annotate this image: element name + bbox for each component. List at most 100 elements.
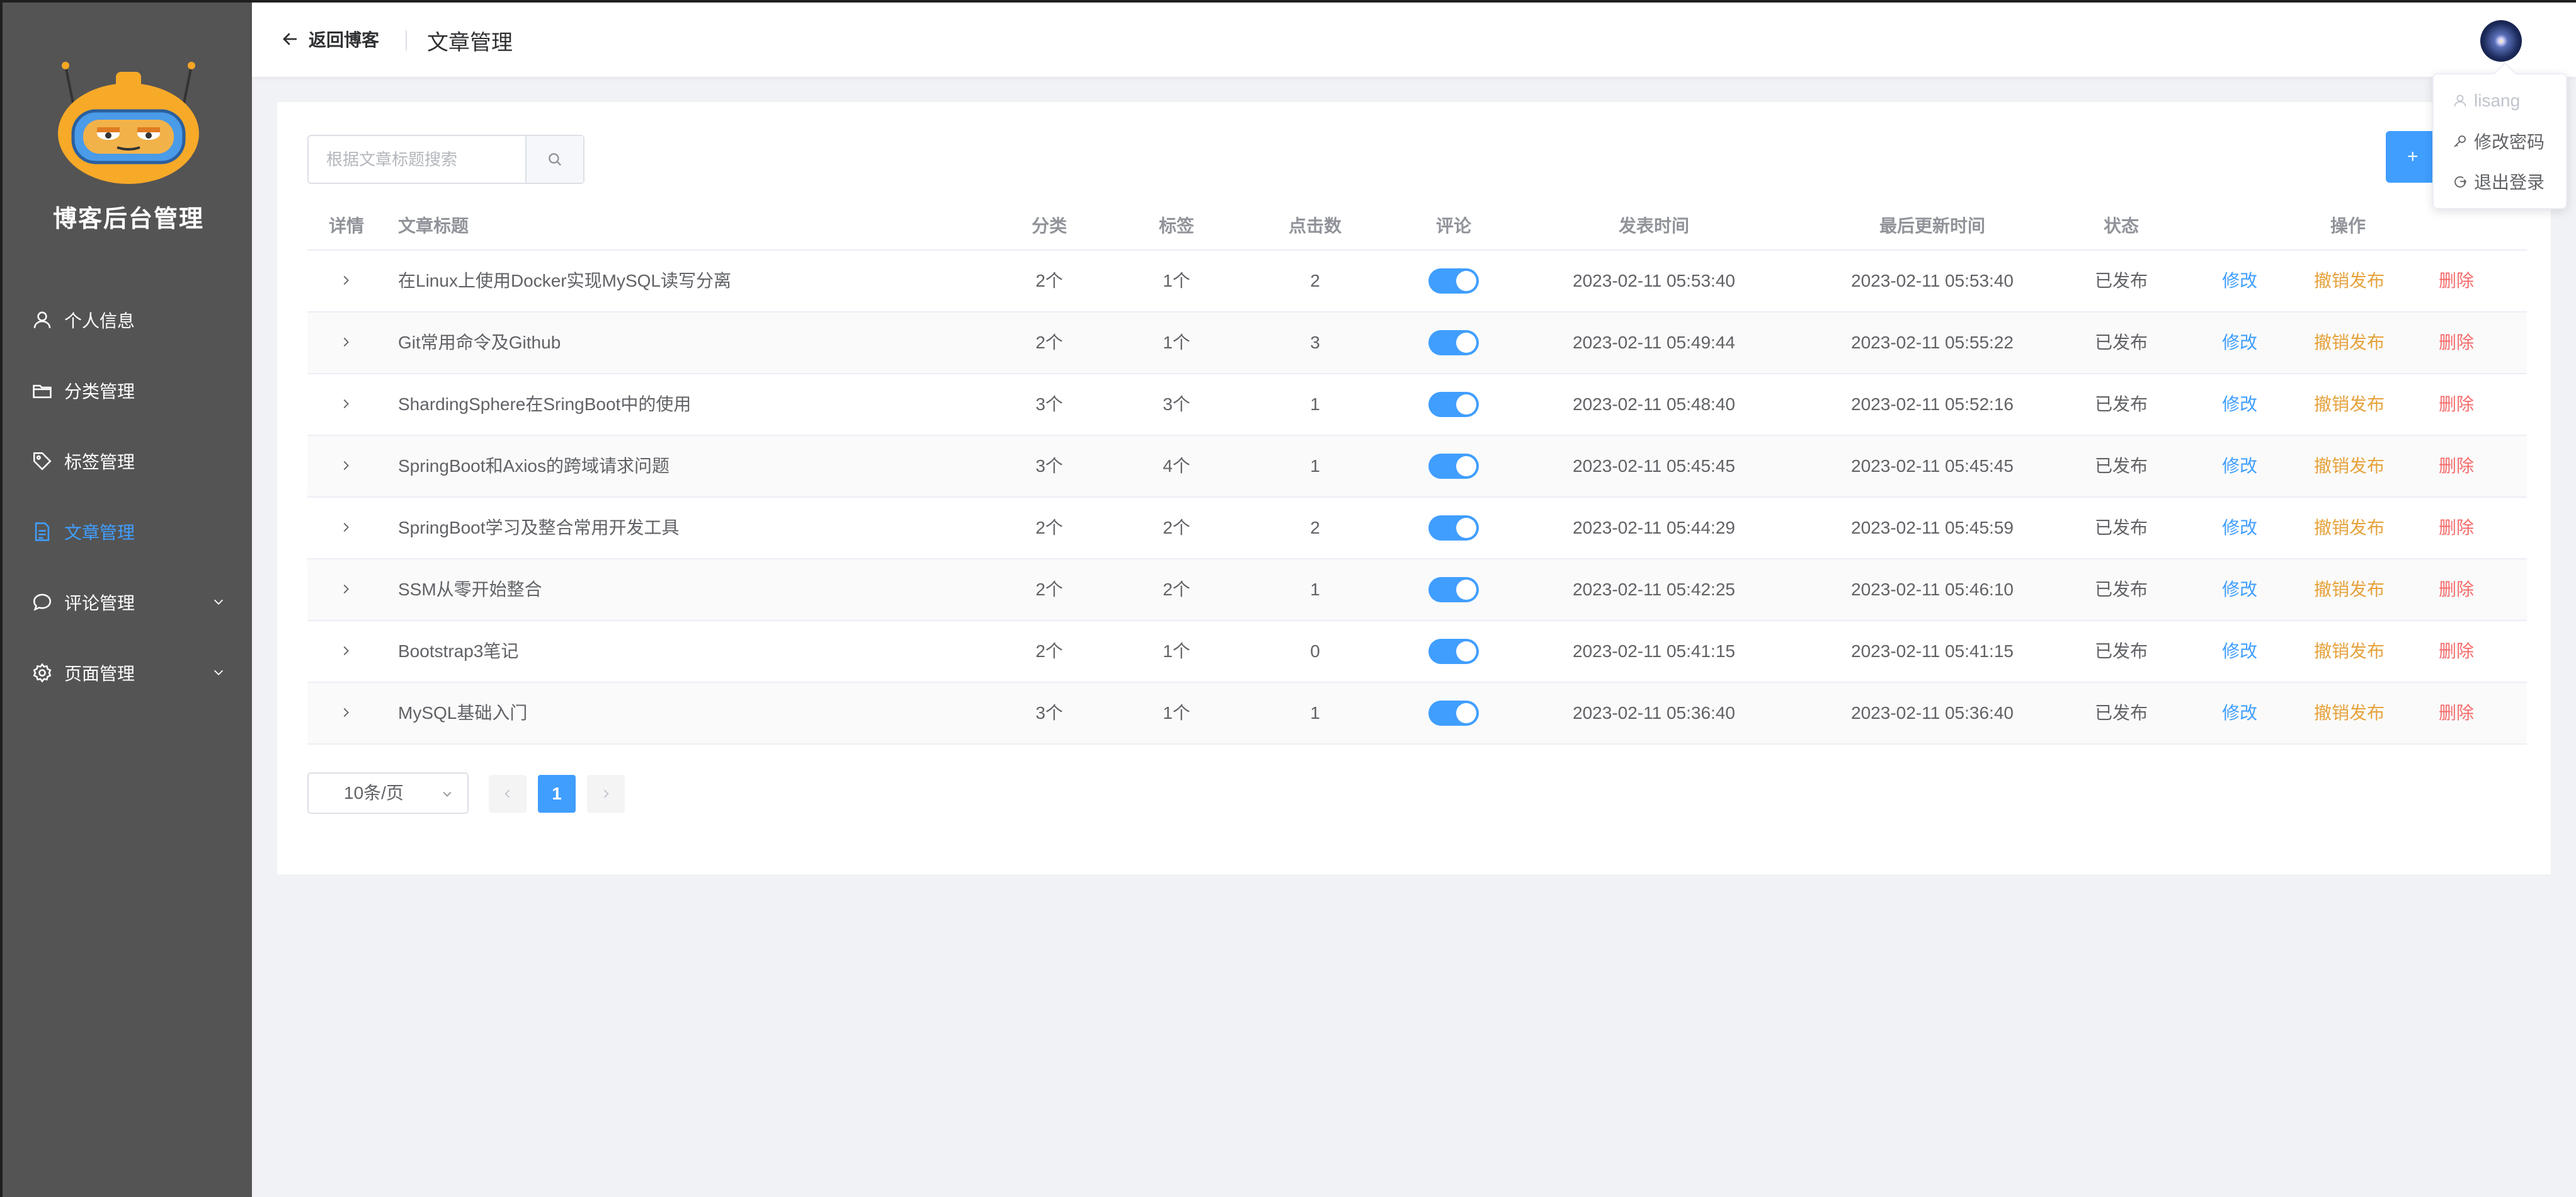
tag-count: 2个 — [1163, 518, 1190, 537]
unpublish-button[interactable]: 撤销发布 — [2314, 312, 2385, 373]
click-count: 2 — [1310, 518, 1320, 537]
click-count: 1 — [1310, 456, 1320, 476]
chevron-right-icon — [603, 789, 609, 798]
click-count: 1 — [1310, 580, 1320, 599]
edit-button[interactable]: 修改 — [2222, 621, 2257, 682]
tag-count: 3个 — [1163, 394, 1190, 414]
edit-button[interactable]: 修改 — [2222, 312, 2257, 373]
unpublish-button[interactable]: 撤销发布 — [2314, 498, 2385, 558]
document-icon — [30, 520, 54, 544]
category-count: 3个 — [1035, 456, 1063, 476]
delete-button[interactable]: 删除 — [2439, 498, 2474, 558]
prev-page-button[interactable] — [489, 775, 527, 813]
delete-button[interactable]: 删除 — [2439, 251, 2474, 311]
click-count: 3 — [1310, 333, 1320, 352]
avatar[interactable] — [2480, 20, 2522, 62]
comment-toggle[interactable] — [1428, 392, 1479, 417]
sidebar: 博客后台管理 个人信息 分类管理 标签管理 文章管理 评论管理 页面管理 — [0, 0, 252, 1197]
comment-toggle[interactable] — [1428, 577, 1479, 602]
change-password-item[interactable]: 修改密码 — [2453, 129, 2545, 154]
unpublish-button[interactable]: 撤销发布 — [2314, 374, 2385, 435]
article-title: SSM从零开始整合 — [398, 580, 542, 599]
edit-button[interactable]: 修改 — [2222, 374, 2257, 435]
table-row: Bootstrap3笔记 2个 1个 0 2023-02-11 05:41:15 2023… — [307, 621, 2527, 683]
user-dropdown-menu: lisang 修改密码 退出登录 — [2432, 73, 2567, 209]
category-count: 2个 — [1035, 580, 1063, 599]
sidebar-item-label: 分类管理 — [64, 382, 135, 401]
comment-toggle[interactable] — [1428, 515, 1479, 541]
change-password-label: 修改密码 — [2474, 132, 2545, 152]
chevron-right-icon[interactable] — [339, 273, 353, 287]
page-number-button[interactable]: 1 — [538, 775, 576, 813]
edit-button[interactable]: 修改 — [2222, 683, 2257, 743]
username-label: lisang — [2474, 91, 2521, 110]
unpublish-button[interactable]: 撤销发布 — [2314, 436, 2385, 496]
search-input[interactable] — [309, 136, 527, 183]
unpublish-button[interactable]: 撤销发布 — [2314, 251, 2385, 311]
unpublish-button[interactable]: 撤销发布 — [2314, 683, 2385, 743]
sidebar-item-articles[interactable]: 文章管理 — [3, 496, 254, 567]
update-time: 2023-02-11 05:46:10 — [1851, 580, 2014, 599]
update-time: 2023-02-11 05:45:45 — [1851, 456, 2014, 476]
sidebar-item-tags[interactable]: 标签管理 — [3, 426, 254, 496]
category-count: 2个 — [1035, 518, 1063, 537]
column-header-published: 发表时间 — [1618, 216, 1690, 236]
chevron-right-icon[interactable] — [339, 335, 353, 349]
delete-button[interactable]: 删除 — [2439, 436, 2474, 496]
sidebar-item-comments[interactable]: 评论管理 — [3, 567, 254, 638]
comment-toggle[interactable] — [1428, 639, 1479, 664]
status-text: 已发布 — [2094, 456, 2148, 476]
edit-button[interactable]: 修改 — [2222, 436, 2257, 496]
update-time: 2023-02-11 05:52:16 — [1851, 394, 2014, 414]
chevron-right-icon[interactable] — [339, 582, 353, 596]
next-page-button[interactable] — [587, 775, 625, 813]
delete-button[interactable]: 删除 — [2439, 312, 2474, 373]
sidebar-item-profile[interactable]: 个人信息 — [3, 285, 254, 355]
table-row: MySQL基础入门 3个 1个 1 2023-02-11 05:36:40 2023-02… — [307, 683, 2527, 745]
delete-button[interactable]: 删除 — [2439, 374, 2474, 435]
article-table: 详情 文章标题 分类 标签 点击数 评论 发表时间 最后更新时间 状态 操作 在… — [307, 202, 2527, 745]
sidebar-item-categories[interactable]: 分类管理 — [3, 355, 254, 426]
chevron-right-icon[interactable] — [339, 644, 353, 658]
comment-toggle[interactable] — [1428, 330, 1479, 355]
table-header: 详情 文章标题 分类 标签 点击数 评论 发表时间 最后更新时间 状态 操作 — [307, 202, 2527, 251]
robot-logo — [58, 62, 199, 184]
status-text: 已发布 — [2094, 518, 2148, 537]
chevron-right-icon[interactable] — [339, 397, 353, 411]
edit-button[interactable]: 修改 — [2222, 251, 2257, 311]
click-count: 1 — [1310, 703, 1320, 723]
sidebar-item-label: 文章管理 — [64, 523, 135, 542]
delete-button[interactable]: 删除 — [2439, 683, 2474, 743]
sidebar-item-pages[interactable]: 页面管理 — [3, 638, 254, 708]
publish-time: 2023-02-11 05:42:25 — [1573, 580, 1735, 599]
sidebar-item-label: 评论管理 — [64, 593, 135, 613]
brand-title: 博客后台管理 — [52, 206, 204, 232]
article-title: SpringBoot学习及整合常用开发工具 — [398, 518, 680, 537]
chevron-right-icon[interactable] — [339, 706, 353, 719]
chevron-right-icon[interactable] — [339, 459, 353, 472]
search-button[interactable] — [525, 136, 583, 183]
delete-button[interactable]: 删除 — [2439, 559, 2474, 620]
logout-label: 退出登录 — [2474, 173, 2545, 192]
status-text: 已发布 — [2094, 580, 2148, 599]
edit-button[interactable]: 修改 — [2222, 559, 2257, 620]
page-size-select[interactable]: 10条/页 — [307, 772, 469, 814]
publish-time: 2023-02-11 05:44:29 — [1573, 518, 1735, 537]
unpublish-button[interactable]: 撤销发布 — [2314, 559, 2385, 620]
sidebar-menu: 个人信息 分类管理 标签管理 文章管理 评论管理 页面管理 — [3, 285, 254, 708]
chevron-down-icon — [214, 599, 224, 605]
unpublish-button[interactable]: 撤销发布 — [2314, 621, 2385, 682]
logout-item[interactable]: 退出登录 — [2453, 169, 2545, 194]
comment-toggle[interactable] — [1428, 701, 1479, 726]
edit-button[interactable]: 修改 — [2222, 498, 2257, 558]
search-box — [307, 135, 584, 184]
comment-toggle[interactable] — [1428, 268, 1479, 294]
back-to-blog-link[interactable]: 返回博客 — [281, 26, 379, 52]
table-row: SSM从零开始整合 2个 2个 1 2023-02-11 05:42:25 2023-02… — [307, 559, 2527, 621]
column-header-detail: 详情 — [328, 216, 365, 236]
delete-button[interactable]: 删除 — [2439, 621, 2474, 682]
chevron-right-icon[interactable] — [339, 520, 353, 534]
article-title: 在Linux上使用Docker实现MySQL读写分离 — [398, 271, 731, 290]
publish-time: 2023-02-11 05:41:15 — [1573, 641, 1735, 661]
comment-toggle[interactable] — [1428, 454, 1479, 479]
